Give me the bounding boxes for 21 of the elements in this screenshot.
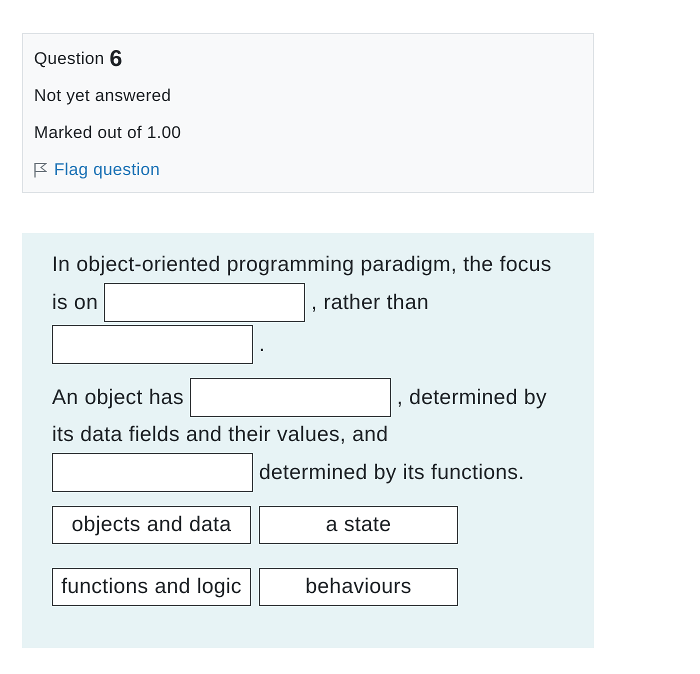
question-text: its data fields and their values, and bbox=[52, 422, 388, 448]
answer-choice[interactable]: a state bbox=[259, 506, 458, 544]
question-label: Question bbox=[34, 48, 104, 68]
question-text: determined by its functions. bbox=[259, 460, 524, 486]
answer-box[interactable] bbox=[190, 378, 391, 417]
question-text: is on bbox=[52, 290, 98, 316]
answer-choice[interactable]: functions and logic bbox=[52, 568, 251, 606]
question-text: An object has bbox=[52, 384, 184, 410]
flag-question-link[interactable]: Flag question bbox=[34, 160, 160, 180]
question-number: 6 bbox=[109, 45, 123, 72]
question-text: , rather than bbox=[311, 290, 429, 316]
answer-choice[interactable]: behaviours bbox=[259, 568, 458, 606]
question-text: , determined by bbox=[396, 384, 547, 410]
answer-box[interactable] bbox=[52, 453, 253, 492]
answer-status: Not yet answered bbox=[34, 86, 172, 106]
answer-box[interactable] bbox=[52, 325, 253, 364]
question-text: . bbox=[259, 332, 266, 358]
grade-text: Marked out of 1.00 bbox=[34, 122, 182, 142]
question-text: In object-oriented programming paradigm, the focus bbox=[52, 252, 552, 278]
answer-box[interactable] bbox=[104, 283, 306, 322]
answer-choice[interactable]: objects and data bbox=[52, 506, 251, 544]
